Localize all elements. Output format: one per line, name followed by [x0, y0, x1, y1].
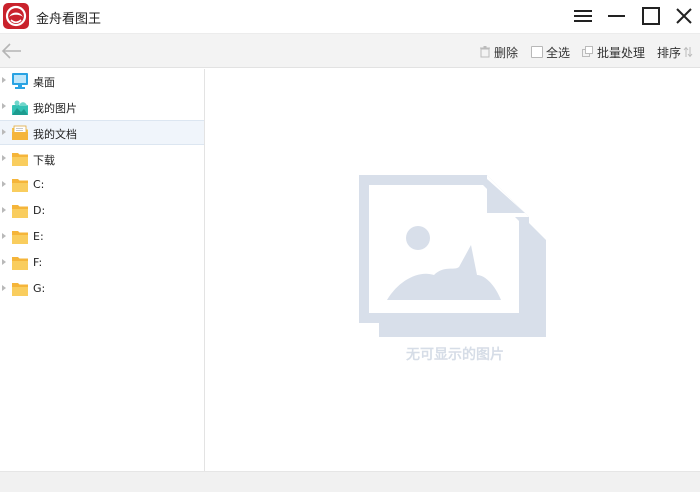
menu-icon	[574, 10, 592, 22]
image-view-area: 无可显示的图片	[206, 69, 700, 471]
app-logo-icon	[3, 3, 29, 29]
tree-item-label: E:	[33, 230, 44, 243]
folder-icon	[12, 205, 28, 218]
tree-item-pictures[interactable]: 我的图片	[0, 95, 204, 120]
tree-item-desktop[interactable]: 桌面	[0, 69, 204, 94]
select-all-label: 全选	[546, 45, 571, 60]
folder-icon	[12, 153, 28, 166]
expand-arrow-icon[interactable]	[2, 77, 6, 83]
trash-icon	[480, 46, 490, 58]
empty-image-icon	[359, 175, 546, 337]
empty-state-text: 无可显示的图片	[406, 347, 504, 363]
batch-label: 批量处理	[597, 45, 646, 60]
tree-item-label: 我的图片	[33, 102, 77, 115]
expand-arrow-icon[interactable]	[2, 207, 6, 213]
menu-button[interactable]	[570, 4, 596, 28]
back-button[interactable]	[0, 40, 24, 62]
delete-label: 删除	[494, 45, 519, 60]
status-bar	[0, 471, 700, 492]
close-button[interactable]	[671, 4, 697, 28]
folder-tree: 桌面 我的图片 我的文档 下载 C: D: E: F: G:	[0, 69, 205, 471]
tree-item-label: D:	[33, 204, 46, 217]
folder-icon	[12, 257, 28, 270]
tree-item-label: 桌面	[33, 76, 55, 89]
select-all-checkbox[interactable]: 全选	[531, 43, 570, 61]
checkbox-icon	[531, 46, 543, 58]
delete-button[interactable]: 删除	[479, 43, 518, 61]
tree-item-label: G:	[33, 282, 46, 295]
tree-item-drive-c[interactable]: C:	[0, 173, 204, 198]
expand-arrow-icon[interactable]	[2, 129, 6, 135]
expand-arrow-icon[interactable]	[2, 155, 6, 161]
minimize-icon	[608, 15, 625, 17]
folder-icon	[12, 231, 28, 244]
expand-arrow-icon[interactable]	[2, 233, 6, 239]
tree-item-documents[interactable]: 我的文档	[0, 120, 204, 145]
tree-item-drive-f[interactable]: F:	[0, 251, 204, 276]
tree-item-label: F:	[33, 256, 43, 269]
tree-item-label: 我的文档	[33, 128, 77, 141]
expand-arrow-icon[interactable]	[2, 285, 6, 291]
batch-icon	[582, 46, 593, 57]
sort-button[interactable]: 排序	[657, 43, 693, 61]
close-icon	[676, 8, 692, 24]
desktop-icon	[12, 73, 28, 89]
folder-icon	[12, 283, 28, 296]
maximize-button[interactable]	[638, 4, 664, 28]
title-bar: 金舟看图王	[0, 0, 700, 33]
documents-icon	[12, 125, 28, 140]
pictures-icon	[12, 100, 28, 115]
tree-item-label: 下载	[33, 154, 55, 167]
tree-item-downloads[interactable]: 下载	[0, 147, 204, 172]
sort-icon	[683, 46, 693, 58]
batch-process-button[interactable]: 批量处理	[582, 43, 645, 61]
maximize-icon	[642, 7, 660, 25]
tree-item-label: C:	[33, 178, 45, 191]
sort-label: 排序	[657, 45, 682, 60]
arrow-left-icon	[1, 43, 21, 59]
expand-arrow-icon[interactable]	[2, 103, 6, 109]
tree-item-drive-e[interactable]: E:	[0, 225, 204, 250]
expand-arrow-icon[interactable]	[2, 259, 6, 265]
folder-icon	[12, 179, 28, 192]
toolbar: 删除 全选 批量处理 排序	[0, 33, 700, 68]
minimize-button[interactable]	[604, 4, 630, 28]
expand-arrow-icon[interactable]	[2, 181, 6, 187]
app-title: 金舟看图王	[36, 12, 102, 27]
tree-item-drive-d[interactable]: D:	[0, 199, 204, 224]
tree-item-drive-g[interactable]: G:	[0, 277, 204, 302]
